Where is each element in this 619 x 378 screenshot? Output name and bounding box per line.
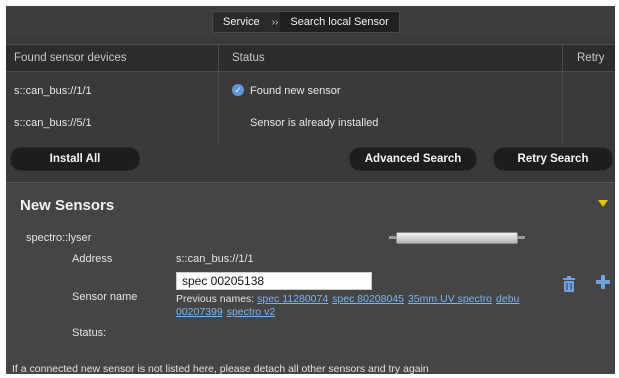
- breadcrumb-bar: Service ›› Search local Sensor: [6, 6, 615, 36]
- previous-names: Previous names: spec 11280074 spec 802080…: [176, 293, 548, 319]
- breadcrumb-separator: ››: [271, 16, 279, 28]
- table-row[interactable]: s::can_bus://5/1 Sensor is already insta…: [6, 108, 615, 138]
- check-icon: ✓: [232, 84, 244, 97]
- sensor-name-input[interactable]: [176, 272, 372, 290]
- sensor-table-header: Found sensor devices Status Retry: [6, 44, 615, 72]
- previous-name-link[interactable]: spectro v2: [227, 306, 275, 318]
- device-status-text: Found new sensor: [250, 85, 341, 97]
- add-icon[interactable]: [595, 274, 611, 290]
- table-row[interactable]: s::can_bus://1/1 ✓ Found new sensor: [6, 76, 615, 106]
- column-header-retry: Retry: [577, 52, 605, 64]
- footer-note: If a connected new sensor is not listed …: [12, 363, 429, 374]
- search-local-sensor-screen: Service ›› Search local Sensor Found sen…: [6, 6, 615, 374]
- previous-names-label: Previous names:: [176, 293, 255, 305]
- breadcrumb-search-local-sensor[interactable]: Search local Sensor: [280, 12, 399, 32]
- retry-search-button[interactable]: Retry Search: [493, 147, 613, 171]
- column-header-status: Status: [232, 52, 265, 64]
- device-status-text: Sensor is already installed: [250, 117, 379, 129]
- breadcrumb-service[interactable]: Service: [213, 12, 270, 32]
- device-status: ✓ Found new sensor: [232, 76, 341, 106]
- device-address: s::can_bus://1/1: [14, 85, 92, 97]
- collapse-triangle-icon[interactable]: [598, 200, 608, 207]
- breadcrumb: Service ›› Search local Sensor: [212, 11, 400, 33]
- address-label: Address: [72, 253, 113, 265]
- previous-name-link[interactable]: 35mm UV spectro: [408, 293, 492, 305]
- trash-icon[interactable]: [562, 276, 576, 292]
- previous-name-link[interactable]: spec 80208045: [332, 293, 404, 305]
- sensor-type: spectro::lyser: [26, 232, 92, 244]
- previous-name-link[interactable]: spec 11280074: [257, 293, 328, 305]
- device-address: s::can_bus://5/1: [14, 117, 92, 129]
- sensor-name-label: Sensor name: [72, 291, 138, 303]
- panel-title: New Sensors: [20, 197, 115, 214]
- sensor-probe-icon: [389, 232, 525, 244]
- advanced-search-button[interactable]: Advanced Search: [349, 147, 477, 171]
- install-all-button[interactable]: Install All: [10, 147, 140, 171]
- address-value: s::can_bus://1/1: [176, 253, 254, 265]
- status-label: Status:: [72, 327, 107, 339]
- column-header-devices: Found sensor devices: [14, 52, 127, 64]
